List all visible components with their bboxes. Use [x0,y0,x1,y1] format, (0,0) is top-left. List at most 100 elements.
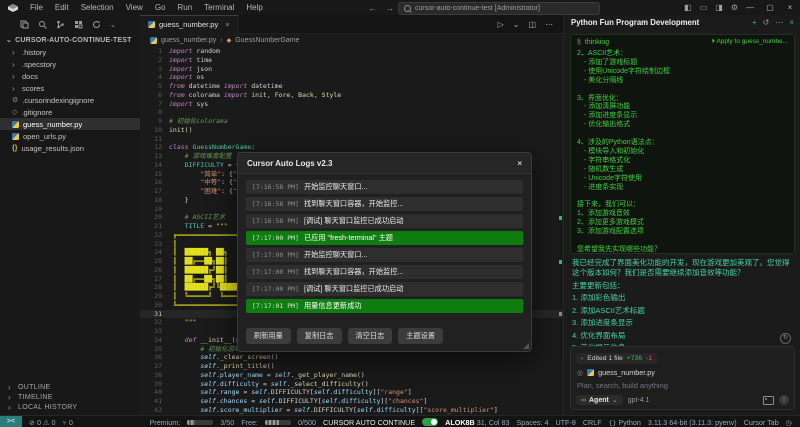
refresh-icon[interactable] [92,20,101,29]
tree-item--history[interactable]: ›.history [0,46,140,58]
menu-terminal[interactable]: Terminal [198,3,240,12]
cursor-tab-indicator[interactable]: Cursor Tab [744,418,779,427]
chat-composer[interactable]: › Edited 1 file +736 -1 ◎ guess_number.p… [570,346,795,410]
code-line: 39 self.difficulty = self._select_diffic… [140,380,563,389]
menu-go[interactable]: Go [149,3,172,12]
send-button[interactable]: ↑ [779,395,789,405]
maximize-button[interactable]: ▢ [760,0,780,15]
new-chat-icon[interactable]: + [752,18,757,27]
edited-files-chip[interactable]: › Edited 1 file +736 -1 [576,353,657,364]
agent-mode-selector[interactable]: ∞ Agent ⌄ [576,395,623,405]
indentation-indicator[interactable]: Spaces: 4 [517,418,549,427]
premium-usage-bar[interactable] [187,420,213,425]
dialog-close-icon[interactable]: × [517,159,522,168]
settings-gear-icon[interactable]: ⚙ [731,3,738,12]
chat-input[interactable]: Plan, search, build anything [571,377,794,390]
problems-indicator[interactable]: ⊘ 0 ⚠ 0 [29,418,55,427]
panel-outline[interactable]: ›OUTLINE [0,382,140,392]
panel-bottom-icon[interactable]: ▭ [700,3,708,12]
regenerate-icon[interactable]: ↻ [780,333,791,344]
tree-item-usage-results-json[interactable]: {}usage_results.json [0,142,140,154]
language-mode[interactable]: {} Python [609,418,641,427]
context-file-chip[interactable]: ◎ guess_number.py [571,365,794,377]
line-content: self.difficulty = self._select_difficult… [169,380,369,389]
minimize-button[interactable]: — [740,0,760,15]
chevron-down-icon[interactable]: ⌄ [513,20,520,29]
encoding-indicator[interactable]: UTF-8 [555,418,575,427]
python-file-icon [587,369,594,376]
tree-item-docs[interactable]: ›docs [0,70,140,82]
chevron-right-icon: › [581,355,583,362]
thinking-header[interactable]: § thinking ⏵ Apply to guess_numbe... [571,35,794,48]
extensions-icon[interactable] [74,20,83,29]
attach-image-icon[interactable] [763,396,774,405]
history-icon[interactable]: ↺ [763,18,770,27]
tree-item-scores[interactable]: ›scores [0,82,140,94]
refresh-usage-button[interactable]: 刷新用量 [246,328,291,344]
log-row: [7:17:00 PM]找到聊天窗口容器，开始监控... [246,265,523,279]
code-token: init [169,126,185,134]
search-icon[interactable] [38,20,47,29]
python-file-icon [148,21,155,28]
log-list: [7:16:58 PM]开始监控聊天窗口...[7:16:58 PM]找到聊天窗… [238,174,531,313]
tree-item-guess-number-py[interactable]: guess_number.py [0,118,140,130]
tree-item-open-urls-py[interactable]: open_urls.py [0,130,140,142]
close-button[interactable]: × [780,0,800,15]
workspace-root[interactable]: ⌄ CURSOR-AUTO-CONTINUE-TEST [0,33,140,46]
log-timestamp: [7:16:58 PM] [252,183,299,191]
breadcrumb[interactable]: guess_number.py › ◆ GuessNumberGame [140,34,563,47]
more-actions-icon[interactable]: ⋯ [545,20,553,29]
panel-local-history[interactable]: ›LOCAL HISTORY [0,402,140,412]
code-line: 10init() [140,126,563,135]
close-chat-icon[interactable]: × [789,18,794,27]
line-content: TITLE = """ [169,222,228,231]
model-selector[interactable]: gpt-4.1 [628,397,650,404]
tree-item--gitignore[interactable]: ◇.gitignore [0,106,140,118]
log-row: [7:16:58 PM]开始监控聊天窗口... [246,180,523,194]
ports-indicator[interactable]: ⑂ 0 [62,418,72,427]
code-token: GuessNumberGame [192,143,251,151]
python-interpreter[interactable]: 3.11.3 64-bit (3.11.3: pyenv) [648,418,737,427]
tree-item-label: scores [22,84,44,93]
code-token: () [357,371,365,379]
cursor-position[interactable]: ALOK8B 31, Col 83 [445,418,509,427]
code-token: } [169,196,189,204]
copy-logs-button[interactable]: 复制日志 [297,328,342,344]
line-number: 34 [140,336,169,345]
run-python-icon[interactable]: ▷ [498,20,504,29]
dialog-titlebar[interactable]: Cursor Auto Logs v2.3 × [238,153,531,174]
menu-help[interactable]: Help [240,3,268,12]
tree-item--cursorindexingignore[interactable]: ⚙.cursorindexingignore [0,94,140,106]
theme-settings-button[interactable]: 主题设置 [398,328,443,344]
panel-right-icon[interactable]: ◨ [715,3,723,12]
source-control-icon[interactable] [56,20,65,29]
command-search-input[interactable]: cursor-auto-continue-test [Administrator… [398,2,600,15]
resize-handle[interactable] [523,343,529,349]
menu-file[interactable]: File [24,3,49,12]
code-token [169,187,200,195]
files-icon[interactable] [20,20,29,29]
free-usage-bar[interactable] [265,420,291,425]
panel-left-icon[interactable]: ◧ [684,3,692,12]
tree-item--specstory[interactable]: ›.specstory [0,58,140,70]
code-line: 1import random [140,47,563,56]
menu-selection[interactable]: Selection [75,3,120,12]
clear-logs-button[interactable]: 清空日志 [348,328,393,344]
apply-to-file-button[interactable]: ⏵ Apply to guess_numbe... [712,38,788,46]
remote-indicator[interactable]: >< [0,416,22,427]
auto-continue-toggle[interactable] [422,418,438,426]
eol-indicator[interactable]: CRLF [583,418,602,427]
split-editor-icon[interactable]: ◫ [528,20,536,29]
more-icon[interactable]: ⋯ [775,18,783,27]
panel-timeline[interactable]: ›TIMELINE [0,392,140,402]
menu-edit[interactable]: Edit [49,3,75,12]
tab-close-icon[interactable]: × [225,20,229,29]
code-token: self [322,397,338,405]
chevron-down-icon[interactable]: ⌄ [110,21,116,29]
tab-guess-number[interactable]: guess_number.py × [140,15,239,34]
menu-run[interactable]: Run [171,3,198,12]
forward-arrow-icon[interactable]: → [385,3,394,13]
back-arrow-icon[interactable]: ← [368,3,377,13]
bell-icon[interactable]: ◷ [786,418,792,427]
menu-view[interactable]: View [120,3,149,12]
